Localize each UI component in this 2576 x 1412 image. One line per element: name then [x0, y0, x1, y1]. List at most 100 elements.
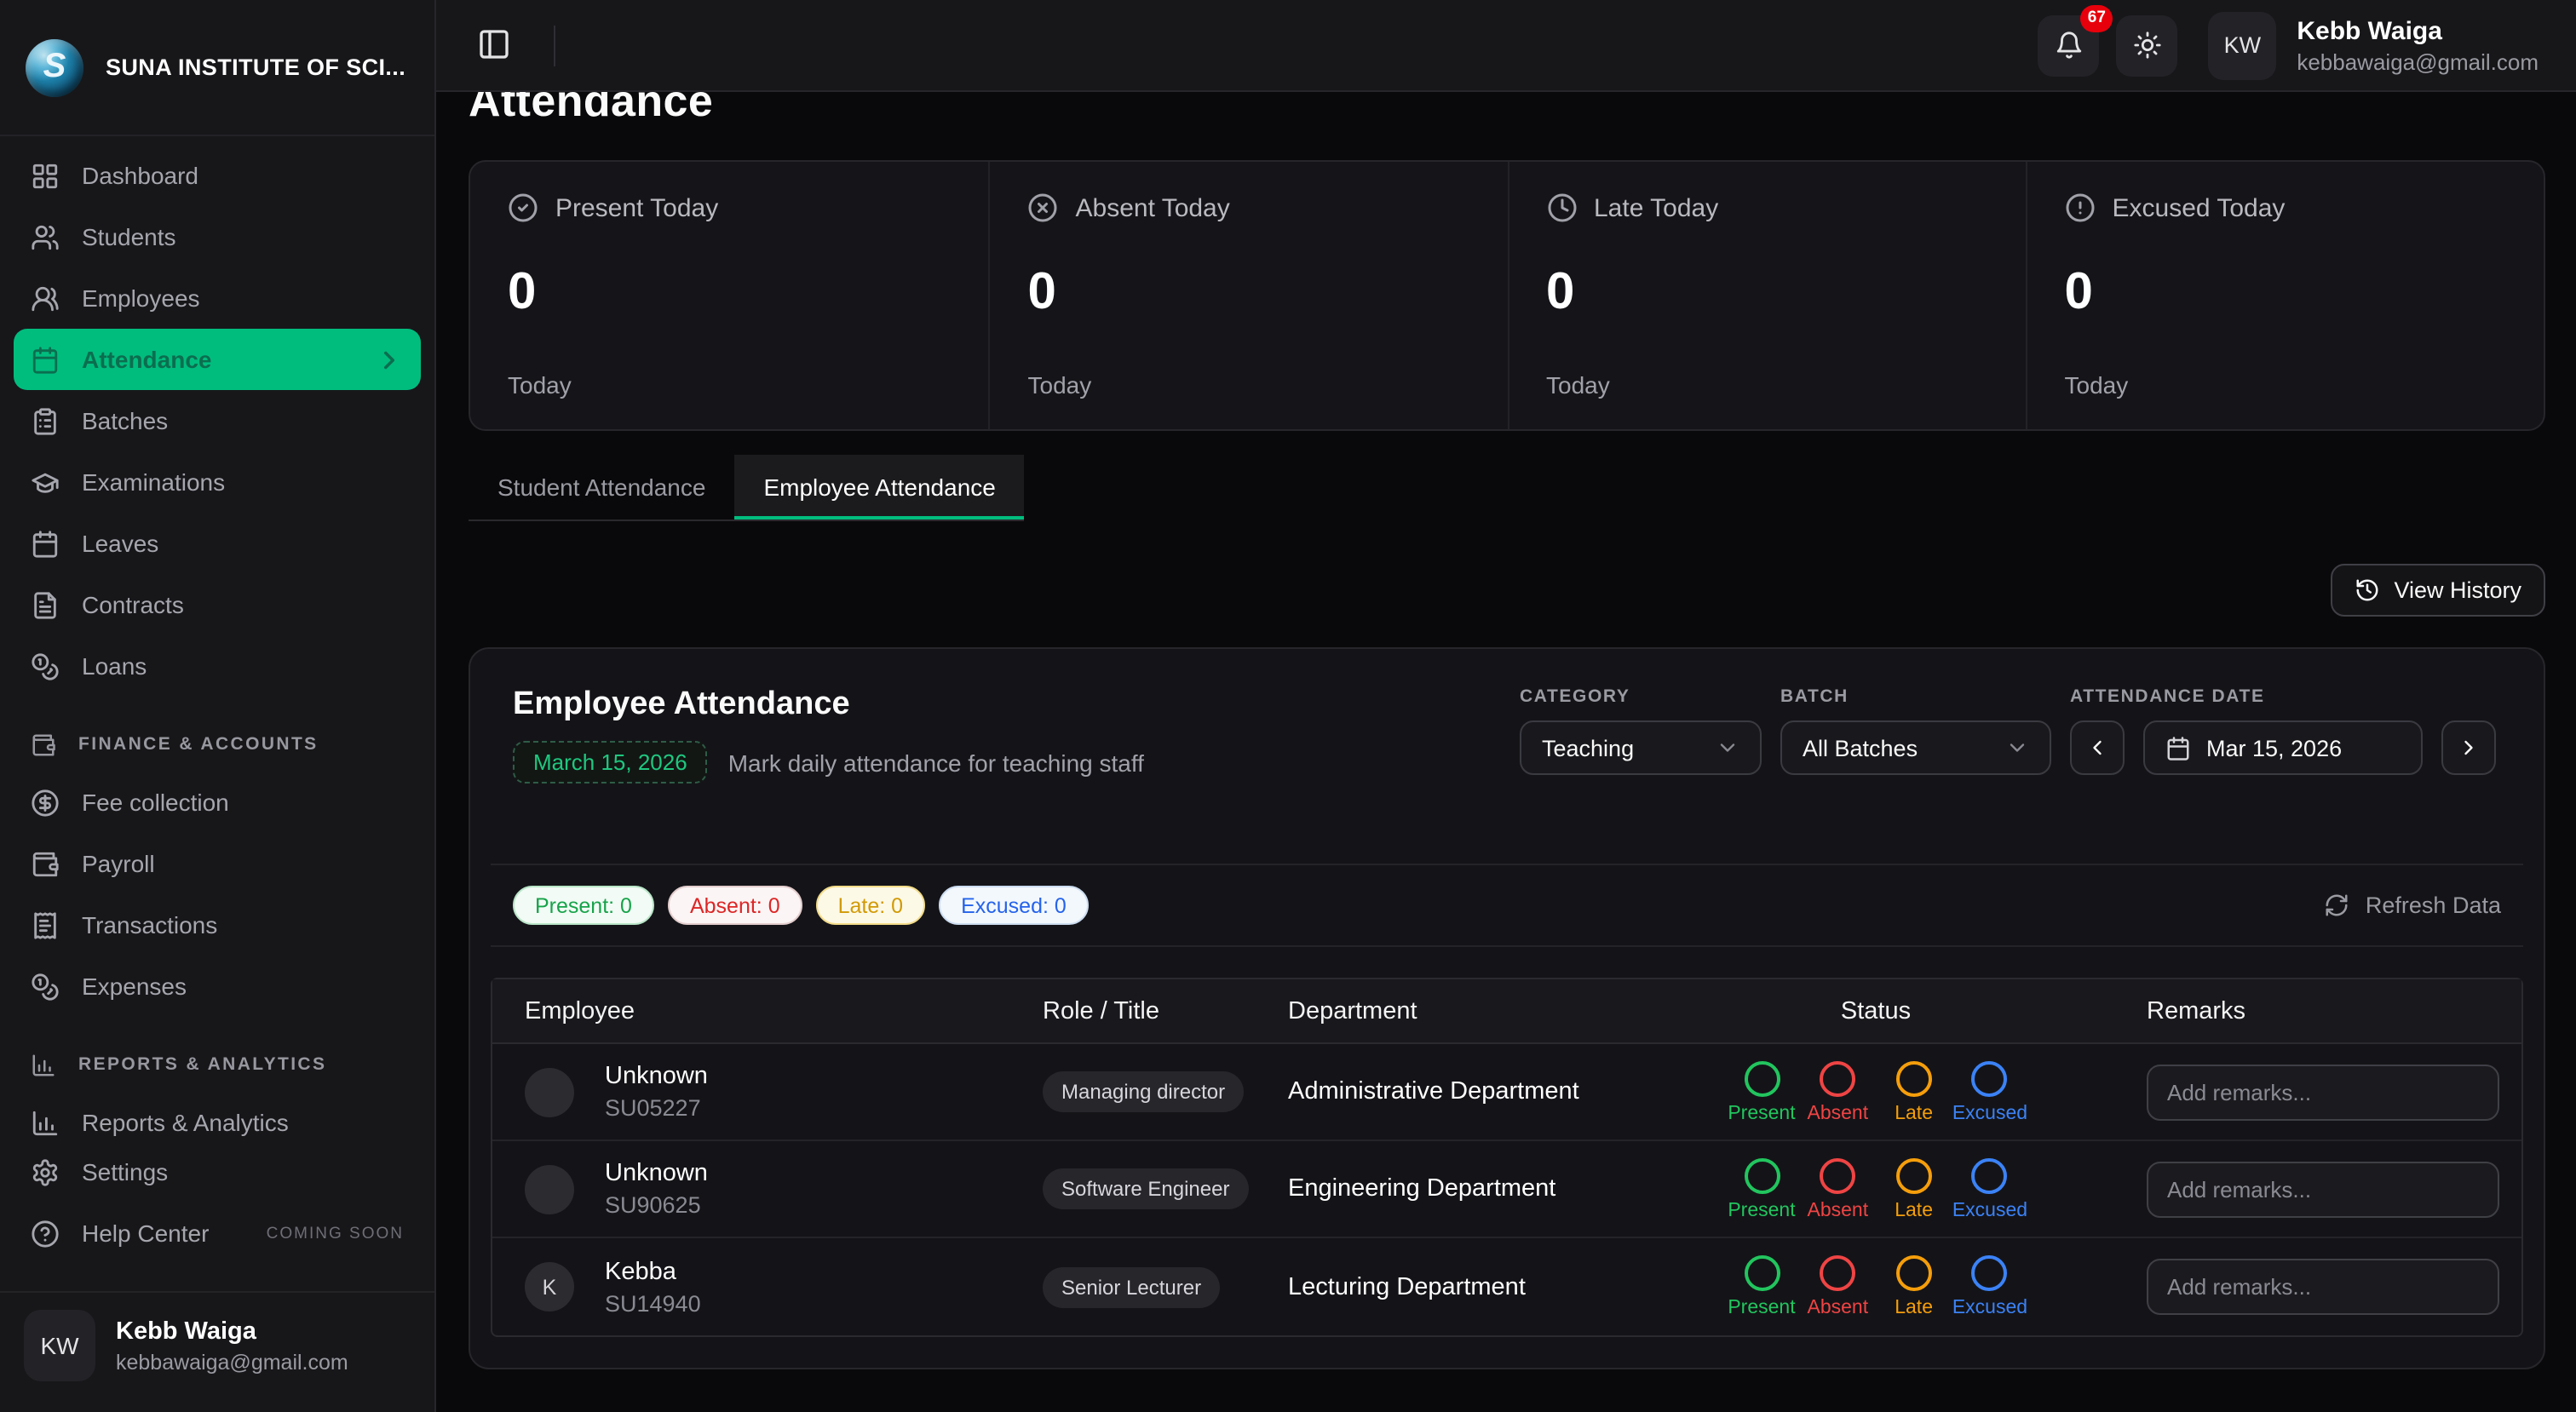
circle-dollar-icon — [31, 788, 60, 817]
attendance-table: Employee Role / Title Department Status … — [491, 978, 2523, 1337]
mark-present-button[interactable]: Present — [1724, 1060, 1799, 1123]
avatar — [525, 1164, 574, 1214]
mark-present-button[interactable]: Present — [1724, 1255, 1799, 1318]
sidebar-item-label: Batches — [82, 407, 168, 434]
notification-count-badge: 67 — [2080, 4, 2113, 32]
sidebar-item-students[interactable]: Students — [14, 206, 421, 267]
role-badge: Senior Lecturer — [1043, 1266, 1220, 1307]
sidebar-item-label: Contracts — [82, 591, 184, 618]
sidebar-item-label: Fee collection — [82, 789, 229, 816]
mark-late-button[interactable]: Late — [1877, 1060, 1952, 1123]
batch-select[interactable]: All Batches — [1780, 720, 2051, 775]
calendar-days-icon — [31, 345, 60, 374]
department: Engineering Department — [1268, 1175, 1702, 1202]
stat-caption: Today — [1028, 371, 1470, 399]
history-icon — [2355, 577, 2380, 603]
users-icon — [31, 222, 60, 251]
panel-filters: CATEGORY Teaching BATCH All Batches — [1520, 686, 2496, 864]
stat-card-absent-today: Absent Today 0 Today — [989, 162, 1508, 429]
panel-title: Employee Attendance — [513, 686, 1144, 724]
sidebar-item-payroll[interactable]: Payroll — [14, 833, 421, 894]
sidebar-item-dashboard[interactable]: Dashboard — [14, 145, 421, 206]
remarks-input[interactable] — [2147, 1161, 2499, 1217]
batch-label: BATCH — [1780, 686, 2051, 707]
sidebar-item-loans[interactable]: Loans — [14, 635, 421, 697]
alert-circle-icon — [2065, 192, 2096, 223]
sidebar-item-contracts[interactable]: Contracts — [14, 574, 421, 635]
sidebar-item-leaves[interactable]: Leaves — [14, 513, 421, 574]
column-header-role: Role / Title — [1043, 997, 1268, 1025]
attendance-date-label: ATTENDANCE DATE — [2070, 686, 2496, 707]
employee-name: Unknown — [605, 1063, 708, 1090]
tab-employee-attendance[interactable]: Employee Attendance — [734, 455, 1024, 519]
app-root: S SUNA INSTITUTE OF SCI... Dashboard Stu… — [0, 0, 2576, 1412]
notifications-button[interactable]: 67 — [2038, 14, 2099, 76]
category-label: CATEGORY — [1520, 686, 1762, 707]
chevron-down-icon — [2005, 736, 2029, 760]
remarks-input[interactable] — [2147, 1064, 2499, 1120]
sidebar-item-examinations[interactable]: Examinations — [14, 451, 421, 513]
sidebar-item-attendance[interactable]: Attendance — [14, 329, 421, 390]
user-email: kebbawaiga@gmail.com — [116, 1350, 348, 1374]
sidebar-item-label: Payroll — [82, 850, 155, 877]
mark-late-button[interactable]: Late — [1877, 1255, 1952, 1318]
sidebar-item-transactions[interactable]: Transactions — [14, 894, 421, 956]
previous-day-button[interactable] — [2070, 720, 2125, 775]
remarks-input[interactable] — [2147, 1259, 2499, 1315]
sidebar-item-settings[interactable]: Settings — [14, 1141, 421, 1202]
sidebar-item-help-center[interactable]: Help Center COMING SOON — [14, 1202, 421, 1264]
bell-icon — [2054, 31, 2083, 60]
sidebar-item-label: Reports & Analytics — [82, 1109, 289, 1136]
mark-excused-button[interactable]: Excused — [1952, 1157, 2027, 1220]
role-badge: Managing director — [1043, 1071, 1244, 1112]
view-history-button[interactable]: View History — [2331, 564, 2545, 617]
sidebar-item-expenses[interactable]: Expenses — [14, 956, 421, 1017]
mark-absent-button[interactable]: Absent — [1800, 1255, 1875, 1318]
user-name: Kebb Waiga — [116, 1317, 348, 1345]
layout-grid-icon — [31, 161, 60, 190]
employee-name: Kebba — [605, 1258, 701, 1285]
category-value: Teaching — [1542, 735, 1634, 761]
stat-card-excused-today: Excused Today 0 Today — [2026, 162, 2544, 429]
next-day-button[interactable] — [2441, 720, 2496, 775]
date-picker-button[interactable]: Mar 15, 2026 — [2143, 720, 2423, 775]
refresh-data-button[interactable]: Refresh Data — [2325, 893, 2501, 918]
employee-id: SU90625 — [605, 1192, 708, 1218]
sidebar-item-fee-collection[interactable]: Fee collection — [14, 772, 421, 833]
panel-left-icon — [477, 26, 511, 64]
sidebar-item-label: Expenses — [82, 973, 187, 1000]
excused-radio-icon — [1972, 1157, 2008, 1193]
chevron-right-icon — [375, 345, 404, 374]
sidebar-item-batches[interactable]: Batches — [14, 390, 421, 451]
user-email: kebbawaiga@gmail.com — [2297, 49, 2539, 74]
section-finance-accounts: FINANCE & ACCOUNTS — [14, 717, 421, 772]
sidebar-user-card[interactable]: KW Kebb Waiga kebbawaiga@gmail.com — [0, 1291, 434, 1381]
panel-subtitle: Mark daily attendance for teaching staff — [728, 749, 1144, 776]
avatar: K — [525, 1262, 574, 1312]
avatar: KW — [24, 1310, 95, 1381]
avatar[interactable]: KW — [2208, 11, 2276, 79]
theme-toggle-button[interactable] — [2116, 14, 2177, 76]
sidebar-item-label: Leaves — [82, 530, 158, 557]
mark-excused-button[interactable]: Excused — [1952, 1060, 2027, 1123]
mark-absent-button[interactable]: Absent — [1800, 1157, 1875, 1220]
stat-label: Present Today — [555, 193, 718, 222]
date-value: Mar 15, 2026 — [2206, 735, 2342, 761]
page-content: Attendance Present Today 0 Today Absent … — [436, 92, 2576, 1412]
mark-present-button[interactable]: Present — [1724, 1157, 1799, 1220]
tab-student-attendance[interactable]: Student Attendance — [469, 455, 734, 519]
department: Administrative Department — [1268, 1078, 1702, 1105]
excused-radio-icon — [1972, 1060, 2008, 1096]
users-round-icon — [31, 284, 60, 313]
excused-counter-pill: Excused: 0 — [939, 886, 1089, 925]
mark-late-button[interactable]: Late — [1877, 1157, 1952, 1220]
mark-excused-button[interactable]: Excused — [1952, 1255, 2027, 1318]
sidebar-item-employees[interactable]: Employees — [14, 267, 421, 329]
attendance-tabs: Student Attendance Employee Attendance — [469, 455, 1025, 521]
category-select[interactable]: Teaching — [1520, 720, 1762, 775]
sidebar-toggle-button[interactable] — [477, 26, 515, 64]
stat-caption: Today — [2065, 371, 2507, 399]
sidebar-item-label: Dashboard — [82, 162, 198, 189]
mark-absent-button[interactable]: Absent — [1800, 1060, 1875, 1123]
section-reports-analytics: REPORTS & ANALYTICS — [14, 1037, 421, 1092]
